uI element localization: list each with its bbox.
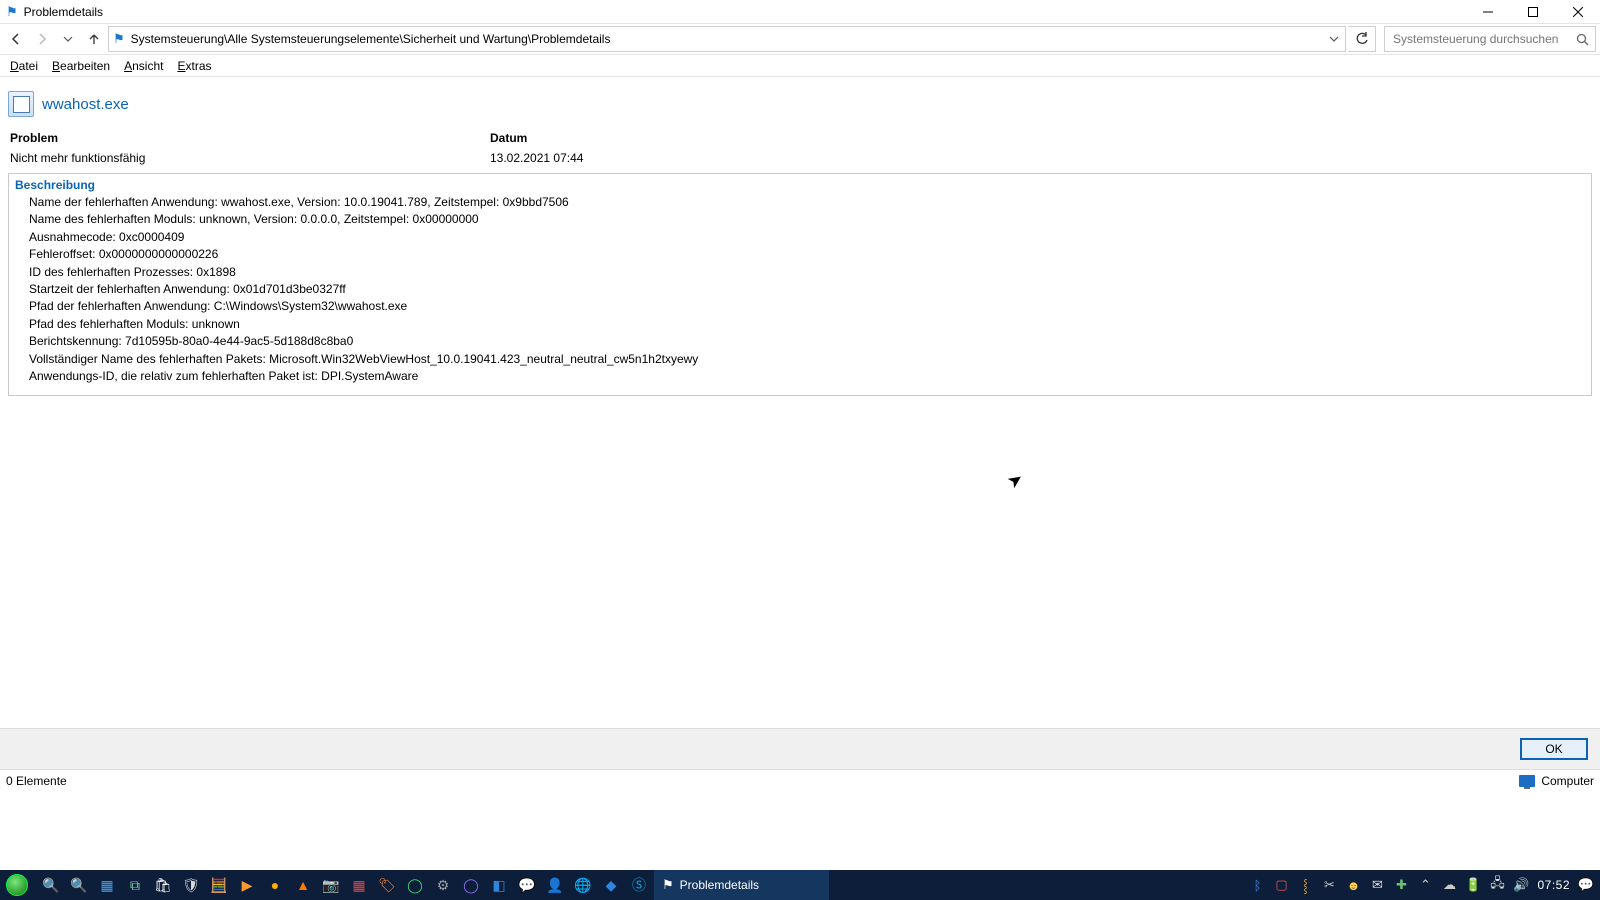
breadcrumb: Systemsteuerung\Alle Systemsteuerungsele… <box>131 32 611 46</box>
titlebar: ⚑ Problemdetails <box>0 0 1600 23</box>
security-icon[interactable]: 🛡 <box>182 876 200 894</box>
address-bar[interactable]: ⚑ Systemsteuerung\Alle Systemsteuerungse… <box>108 26 1346 52</box>
start-button[interactable] <box>0 870 34 900</box>
description-box: Beschreibung Name der fehlerhaften Anwen… <box>8 173 1592 396</box>
tray-icon-shield[interactable]: ✚ <box>1393 877 1409 893</box>
window-title: Problemdetails <box>24 5 103 19</box>
cursor-icon: ➤ <box>1003 468 1027 494</box>
network-icon[interactable]: 🖧 <box>1489 877 1505 893</box>
menu-file[interactable]: Datei <box>10 59 38 73</box>
maximize-button[interactable] <box>1510 0 1555 23</box>
description-line: Name des fehlerhaften Moduls: unknown, V… <box>29 211 1585 228</box>
navbar: ⚑ Systemsteuerung\Alle Systemsteuerungse… <box>0 23 1600 55</box>
app-icon-orange[interactable]: ● <box>266 876 284 894</box>
start-orb-icon <box>6 874 28 896</box>
circle-green-icon[interactable]: ◯ <box>406 876 424 894</box>
status-bar: 0 Elemente Computer <box>0 770 1600 792</box>
menu-edit[interactable]: Bearbeiten <box>52 59 110 73</box>
content-area: wwahost.exe Problem Datum Nicht mehr fun… <box>0 77 1600 396</box>
computer-icon <box>1519 775 1535 787</box>
person-icon[interactable]: 👤 <box>546 876 564 894</box>
search-icon[interactable] <box>1576 33 1589 46</box>
app-name: wwahost.exe <box>42 96 129 113</box>
description-lines: Name der fehlerhaften Anwendung: wwahost… <box>15 194 1585 385</box>
app-icon-red[interactable]: ▦ <box>350 876 368 894</box>
volume-icon[interactable]: 🔊 <box>1513 877 1529 893</box>
tray-chevron-icon[interactable]: ⌃ <box>1417 877 1433 893</box>
flag-icon: ⚑ <box>662 877 674 893</box>
value-problem: Nicht mehr funktionsfähig <box>10 151 490 165</box>
app-icon-blue[interactable]: ◧ <box>490 876 508 894</box>
task-manager-icon[interactable]: ⧉ <box>126 876 144 894</box>
skype-icon[interactable]: Ⓢ <box>630 876 648 894</box>
value-date: 13.02.2021 07:44 <box>490 151 1592 165</box>
description-line: Anwendungs-ID, die relativ zum fehlerhaf… <box>29 368 1585 385</box>
camera-icon[interactable]: 📷 <box>322 876 340 894</box>
mail-icon[interactable]: ✉ <box>1369 877 1385 893</box>
description-line: Fehleroffset: 0x0000000000000226 <box>29 246 1585 263</box>
app-icon-blue2[interactable]: ◆ <box>602 876 620 894</box>
status-left: 0 Elemente <box>6 774 67 788</box>
media-player-icon[interactable]: ▶ <box>238 876 256 894</box>
battery-icon[interactable]: 🔋 <box>1465 877 1481 893</box>
menubar: Datei Bearbeiten Ansicht Extras <box>0 55 1600 77</box>
clock[interactable]: 07:52 <box>1537 878 1570 892</box>
back-button[interactable] <box>4 26 28 52</box>
description-line: ID des fehlerhaften Prozesses: 0x1898 <box>29 264 1585 281</box>
search-box[interactable] <box>1384 26 1596 52</box>
description-line: Berichtskennung: 7d10595b-80a0-4e44-9ac5… <box>29 333 1585 350</box>
vlc-icon[interactable]: ▲ <box>294 876 312 894</box>
status-right-label: Computer <box>1541 774 1594 788</box>
taskbar-active-task[interactable]: ⚑ Problemdetails <box>654 870 829 900</box>
tray-icon-scissors[interactable]: ✂ <box>1321 877 1337 893</box>
description-line: Pfad der fehlerhaften Anwendung: C:\Wind… <box>29 298 1585 315</box>
description-line: Ausnahmecode: 0xc0000409 <box>29 229 1585 246</box>
search-icon[interactable]: 🔍 <box>42 876 60 894</box>
description-line: Startzeit der fehlerhaften Anwendung: 0x… <box>29 281 1585 298</box>
taskbar-active-task-label: Problemdetails <box>680 878 759 892</box>
circle-purple-icon[interactable]: ◯ <box>462 876 480 894</box>
up-button[interactable] <box>82 26 106 52</box>
description-line: Name der fehlerhaften Anwendung: wwahost… <box>29 194 1585 211</box>
dialog-button-bar: OK <box>0 728 1600 770</box>
recent-dropdown-button[interactable] <box>56 26 80 52</box>
tag-icon[interactable]: 🏷 <box>378 876 396 894</box>
refresh-button[interactable] <box>1348 26 1376 52</box>
chat-icon[interactable]: 💬 <box>518 876 536 894</box>
forward-button[interactable] <box>30 26 54 52</box>
description-line: Pfad des fehlerhaften Moduls: unknown <box>29 316 1585 333</box>
bluetooth-icon[interactable]: ᛒ <box>1249 877 1265 893</box>
column-header-date: Datum <box>490 131 1592 145</box>
menu-extras[interactable]: Extras <box>177 59 211 73</box>
search-icon-alt[interactable]: 🔍 <box>70 876 88 894</box>
app-icon <box>8 91 34 117</box>
taskbar-pinned: 🔍 🔍 ▦ ⧉ 🛍 🛡 🧮 ▶ ● ▲ 📷 ▦ 🏷 ◯ ⚙ ◯ ◧ 💬 👤 🌐 … <box>34 876 648 894</box>
flag-icon: ⚑ <box>6 4 18 20</box>
menu-view[interactable]: Ansicht <box>124 59 163 73</box>
file-explorer-icon[interactable]: ▦ <box>98 876 116 894</box>
gear-icon[interactable]: ⚙ <box>434 876 452 894</box>
globe-icon[interactable]: 🌐 <box>574 876 592 894</box>
tray-icon-red[interactable]: ▢ <box>1273 877 1289 893</box>
taskbar: 🔍 🔍 ▦ ⧉ 🛍 🛡 🧮 ▶ ● ▲ 📷 ▦ 🏷 ◯ ⚙ ◯ ◧ 💬 👤 🌐 … <box>0 870 1600 900</box>
cloud-icon[interactable]: ☁ <box>1441 877 1457 893</box>
flag-icon: ⚑ <box>113 31 125 47</box>
tray-icon-orange[interactable]: ⸾ <box>1297 877 1313 893</box>
close-button[interactable] <box>1555 0 1600 23</box>
store-icon[interactable]: 🛍 <box>154 876 172 894</box>
search-input[interactable] <box>1391 31 1576 47</box>
description-line: Vollständiger Name des fehlerhaften Pake… <box>29 351 1585 368</box>
column-header-problem: Problem <box>10 131 490 145</box>
action-center-icon[interactable]: 💬 <box>1578 877 1594 893</box>
description-title: Beschreibung <box>15 178 1585 192</box>
ok-button[interactable]: OK <box>1520 738 1588 760</box>
chevron-down-icon[interactable] <box>1327 34 1341 44</box>
system-tray: ᛒ ▢ ⸾ ✂ ☻ ✉ ✚ ⌃ ☁ 🔋 🖧 🔊 07:52 💬 <box>1249 877 1600 893</box>
tray-icon-smile[interactable]: ☻ <box>1345 877 1361 893</box>
calculator-icon[interactable]: 🧮 <box>210 876 228 894</box>
minimize-button[interactable] <box>1465 0 1510 23</box>
